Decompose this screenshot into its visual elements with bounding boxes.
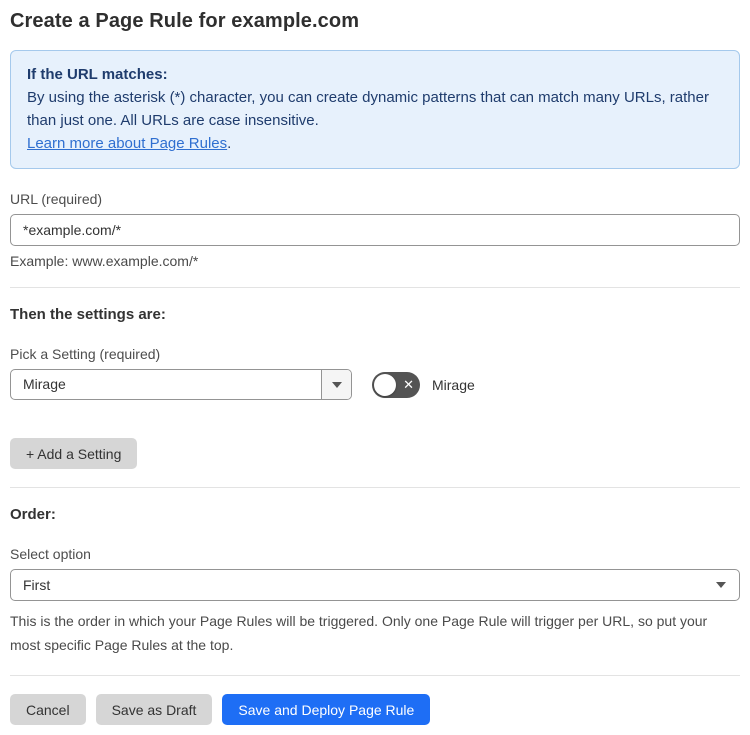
- pick-setting-label: Pick a Setting (required): [10, 346, 161, 362]
- url-example-text: Example: www.example.com/*: [10, 253, 199, 269]
- order-select-value: First: [23, 577, 51, 593]
- divider: [10, 287, 740, 288]
- info-box-body: By using the asterisk (*) character, you…: [27, 89, 709, 129]
- setting-dropdown-caret-button[interactable]: [321, 370, 351, 399]
- setting-row: Mirage ✕ Mirage: [10, 369, 740, 400]
- divider: [10, 487, 740, 488]
- toggle-off-x-icon: ✕: [403, 376, 414, 392]
- page-rule-form: Create a Page Rule for example.com If th…: [0, 0, 750, 735]
- settings-section-heading: Then the settings are:: [10, 306, 166, 323]
- order-select[interactable]: First: [10, 569, 740, 601]
- toggle-label: Mirage: [432, 376, 475, 393]
- learn-more-link[interactable]: Learn more about Page Rules: [27, 135, 227, 152]
- toggle-knob: [374, 373, 396, 396]
- add-setting-button[interactable]: + Add a Setting: [10, 438, 138, 469]
- order-help-text: This is the order in which your Page Rul…: [10, 613, 708, 653]
- divider: [10, 675, 740, 676]
- url-input[interactable]: [10, 214, 740, 246]
- chevron-down-icon: [331, 381, 342, 388]
- cancel-button[interactable]: Cancel: [10, 694, 86, 725]
- save-as-draft-button[interactable]: Save as Draft: [95, 694, 213, 725]
- info-box-heading: If the URL matches:: [27, 66, 168, 83]
- url-field-label: URL (required): [10, 191, 103, 207]
- info-box-link-line: Learn more about Page Rules.: [27, 132, 723, 155]
- order-section-heading: Order:: [10, 506, 56, 523]
- url-match-info-box: If the URL matches: By using the asteris…: [10, 50, 740, 169]
- footer-buttons: Cancel Save as Draft Save and Deploy Pag…: [10, 694, 740, 725]
- setting-dropdown[interactable]: Mirage: [10, 369, 352, 400]
- page-title: Create a Page Rule for example.com: [10, 10, 360, 32]
- link-period: .: [227, 135, 232, 152]
- select-option-label: Select option: [10, 546, 91, 562]
- mirage-toggle[interactable]: ✕: [372, 371, 420, 398]
- setting-dropdown-value: Mirage: [23, 376, 66, 392]
- chevron-down-icon: [716, 582, 726, 588]
- save-and-deploy-button[interactable]: Save and Deploy Page Rule: [222, 694, 431, 725]
